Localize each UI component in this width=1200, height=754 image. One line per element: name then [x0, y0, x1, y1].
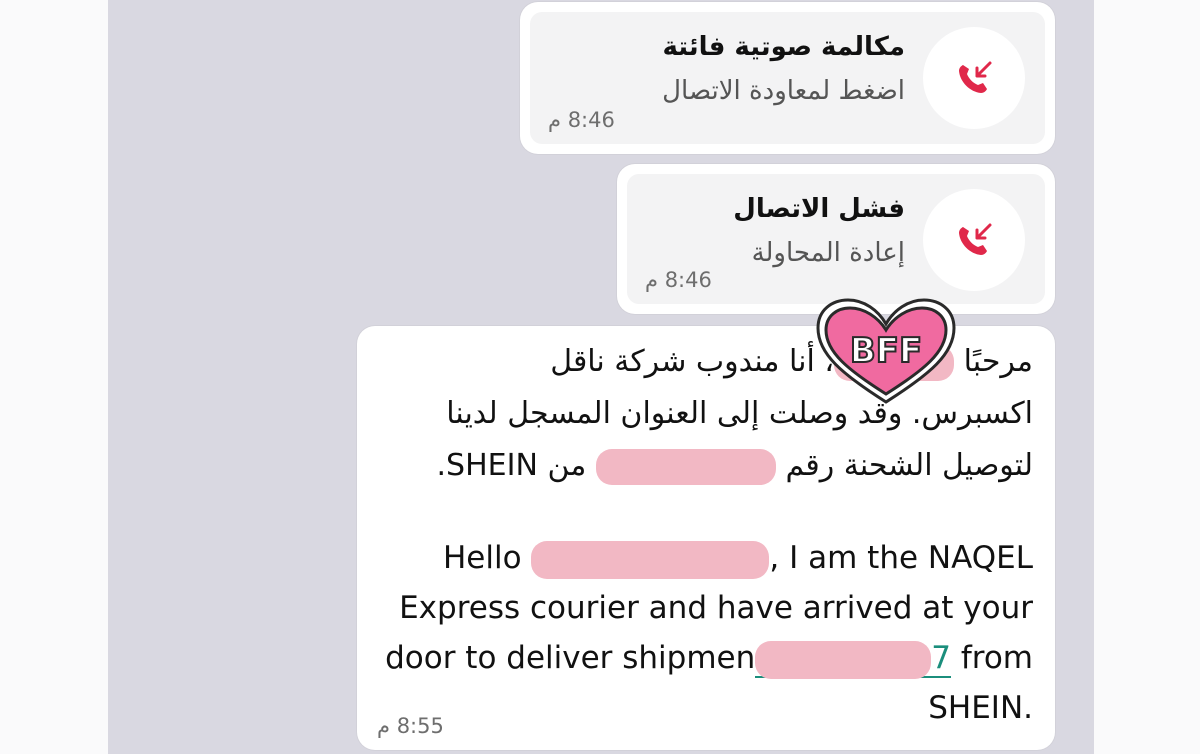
failed-call-time: 8:46 م	[645, 268, 712, 292]
bff-heart-sticker: BFF	[816, 298, 956, 404]
redacted-shipment-number	[595, 448, 776, 485]
missed-call-icon	[959, 61, 992, 93]
failed-call-bubble[interactable]: فشل الاتصال إعادة المحاولة 8:46 م	[617, 164, 1055, 314]
message-en-line-4: SHEIN.	[928, 690, 1033, 726]
message-en-line-2: Express courier and have arrived at your	[399, 590, 1033, 626]
sticker-label: BFF	[850, 331, 922, 371]
missed-call-icon	[959, 223, 992, 255]
failed-call-subtitle[interactable]: إعادة المحاولة	[752, 238, 905, 268]
redacted-shipment-number	[755, 640, 932, 679]
missed-call-subtitle[interactable]: اضغط لمعاودة الاتصال	[662, 76, 905, 106]
call-back-button[interactable]	[923, 27, 1025, 129]
retry-call-button[interactable]	[923, 189, 1025, 291]
message-en-line-3: door to deliver shipmen 7 from	[379, 640, 1033, 679]
missed-call-card[interactable]: مكالمة صوتية فائتة اضغط لمعاودة الاتصال …	[530, 12, 1045, 144]
message-time: 8:55 م	[377, 714, 444, 738]
failed-call-card[interactable]: فشل الاتصال إعادة المحاولة 8:46 م	[627, 174, 1045, 304]
missed-call-title: مكالمة صوتية فائتة	[662, 32, 905, 62]
failed-call-title: فشل الاتصال	[733, 194, 905, 224]
missed-call-time: 8:46 م	[548, 108, 615, 132]
message-en-line-1: Hello , I am the NAQEL	[379, 540, 1033, 579]
message-ar-line-1: مرحبًا ، أنا مندوب شركة ناقل	[550, 344, 1033, 381]
message-ar-line-3: لتوصيل الشحنة رقم من SHEIN.	[436, 448, 1033, 485]
redacted-name	[531, 540, 770, 579]
missed-call-bubble[interactable]: مكالمة صوتية فائتة اضغط لمعاودة الاتصال …	[520, 2, 1055, 154]
shipment-number-link[interactable]: 7	[755, 640, 951, 679]
